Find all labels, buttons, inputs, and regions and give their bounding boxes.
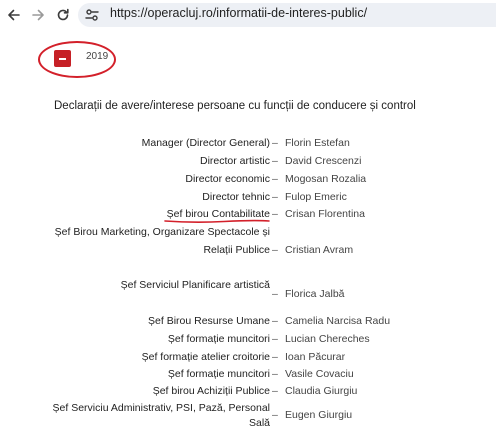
- reload-icon: [57, 8, 69, 21]
- role-title[interactable]: Șef formație atelier croitorie: [142, 349, 270, 365]
- role-title-continued[interactable]: Sală: [249, 415, 270, 431]
- role-title[interactable]: Șef formație muncitori: [168, 366, 270, 382]
- person-name: Crisan Florentina: [285, 208, 365, 220]
- role-title[interactable]: Șef Birou Resurse Umane: [148, 313, 270, 329]
- role-title[interactable]: Director artistic: [200, 153, 270, 169]
- dash-separator: –: [272, 155, 278, 167]
- role-title[interactable]: Șef Birou Marketing, Organizare Spectaco…: [55, 224, 270, 240]
- person-name: Fulop Emeric: [285, 191, 347, 203]
- section-heading: Declarații de avere/interese persoane cu…: [54, 100, 416, 112]
- forward-button[interactable]: [28, 5, 48, 25]
- person-name: Mogosan Rozalia: [285, 173, 367, 185]
- tune-icon: [85, 9, 99, 21]
- dash-separator: –: [272, 351, 278, 363]
- site-info-button[interactable]: [84, 7, 100, 23]
- person-name: David Crescenzi: [285, 155, 362, 167]
- arrow-right-icon: [32, 9, 44, 21]
- person-name: Lucian Chereches: [285, 333, 370, 345]
- role-title-continued[interactable]: Relații Publice: [203, 242, 270, 258]
- person-name: Claudia Giurgiu: [285, 385, 358, 397]
- role-title[interactable]: Șef Serviciul Planificare artistică: [121, 277, 270, 293]
- collapse-toggle-button[interactable]: [54, 50, 71, 67]
- dash-separator: –: [272, 244, 278, 256]
- dash-separator: –: [272, 368, 278, 380]
- person-name: Vasile Covaciu: [285, 368, 354, 380]
- person-name: Eugen Giurgiu: [285, 409, 353, 421]
- dash-separator: –: [272, 385, 278, 397]
- reload-button[interactable]: [53, 5, 73, 25]
- dash-separator: –: [272, 409, 278, 421]
- back-button[interactable]: [4, 5, 24, 25]
- role-title[interactable]: Șef formație muncitori: [168, 331, 270, 347]
- url-text[interactable]: https://operacluj.ro/informatii-de-inter…: [110, 6, 367, 20]
- browser-toolbar: https://operacluj.ro/informatii-de-inter…: [0, 0, 496, 30]
- dash-separator: –: [272, 137, 278, 149]
- role-title[interactable]: Director economic: [185, 171, 270, 187]
- person-name: Camelia Narcisa Radu: [285, 315, 391, 327]
- role-title[interactable]: Manager (Director General): [142, 135, 270, 151]
- role-title[interactable]: Șef Serviciu Administrativ, PSI, Pază, P…: [53, 400, 270, 416]
- dash-separator: –: [272, 333, 278, 345]
- arrow-left-icon: [8, 9, 20, 21]
- person-name: Florin Estefan: [285, 137, 350, 149]
- dash-separator: –: [272, 288, 278, 300]
- person-name: Ioan Păcurar: [285, 351, 346, 363]
- dash-separator: –: [272, 208, 278, 220]
- year-label[interactable]: 2019: [86, 51, 108, 62]
- dash-separator: –: [272, 315, 278, 327]
- address-bar[interactable]: https://operacluj.ro/informatii-de-inter…: [78, 3, 496, 27]
- role-title[interactable]: Șef birou Achiziții Publice: [153, 383, 270, 399]
- person-name: Cristian Avram: [285, 244, 354, 256]
- dash-separator: –: [272, 191, 278, 203]
- dash-separator: –: [272, 173, 278, 185]
- role-title[interactable]: Director tehnic: [202, 189, 270, 205]
- person-name: Florica Jalbă: [285, 288, 345, 300]
